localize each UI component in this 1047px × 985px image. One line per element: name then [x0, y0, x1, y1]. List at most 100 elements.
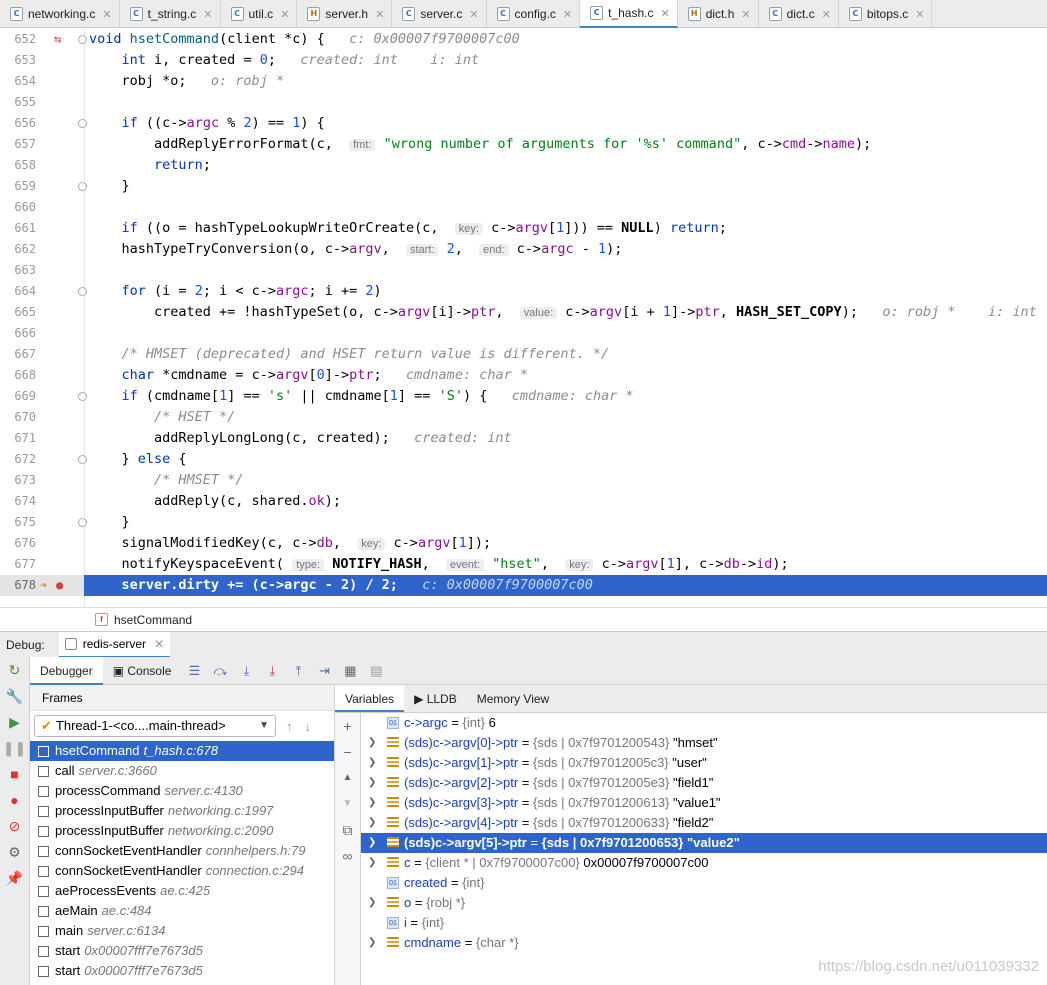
move-down-icon[interactable]: ▼ [335, 791, 360, 817]
tab-lldb[interactable]: ▶ LLDB [404, 685, 467, 712]
settings-icon[interactable]: ⚙ [0, 839, 29, 865]
thread-nav-arrows[interactable]: ↑↓ [286, 719, 323, 734]
variable-row[interactable]: ❯ (sds)c->argv[2]->ptr = {sds | 0x7f97012… [361, 773, 1047, 793]
override-icon[interactable]: ⇆ [54, 29, 61, 50]
breadcrumb[interactable]: f hsetCommand [0, 607, 1047, 631]
trace-icon[interactable]: ▤ [363, 663, 389, 679]
rerun-icon[interactable]: ↻ [0, 657, 29, 683]
step-out-icon[interactable]: ⤒ [285, 663, 311, 679]
fold-icon[interactable] [78, 287, 87, 296]
expand-icon[interactable]: ❯ [368, 893, 376, 913]
add-watch-icon[interactable]: + [335, 713, 360, 739]
variable-row[interactable]: ❯ o = {robj *} [361, 893, 1047, 913]
mute-breakpoints-icon[interactable]: ⊘ [0, 813, 29, 839]
variable-row[interactable]: ❯ (sds)c->argv[4]->ptr = {sds | 0x7f97012… [361, 813, 1047, 833]
code-line[interactable]: 663 [0, 260, 1047, 281]
close-icon[interactable]: ✕ [154, 637, 164, 651]
fold-icon[interactable] [78, 182, 87, 191]
tab-debugger[interactable]: Debugger [30, 656, 103, 685]
pin-icon[interactable]: 📌 [0, 865, 29, 891]
frame-item[interactable]: processCommand server.c:4130 [30, 781, 334, 801]
code-line[interactable]: 657 addReplyErrorFormat(c, fmt: "wrong n… [0, 134, 1047, 155]
tab-server-h[interactable]: Hserver.h ✕ [297, 0, 393, 28]
code-line[interactable]: 669 if (cmdname[1] == 's' || cmdname[1] … [0, 386, 1047, 407]
fold-icon[interactable] [78, 119, 87, 128]
fold-icon[interactable] [78, 455, 87, 464]
expand-icon[interactable]: ❯ [368, 933, 376, 953]
layout-icon[interactable]: ☰ [181, 663, 207, 679]
fold-icon[interactable] [78, 35, 87, 44]
variable-row[interactable]: ❯ (sds)c->argv[3]->ptr = {sds | 0x7f97012… [361, 793, 1047, 813]
variable-row[interactable]: 01 created = {int} [361, 873, 1047, 893]
expand-icon[interactable]: ❯ [368, 793, 376, 813]
code-line[interactable]: 652 ⇆ void hsetCommand(client *c) { c: 0x0… [0, 29, 1047, 50]
tab-util-c[interactable]: Cutil.c ✕ [221, 0, 298, 28]
code-line[interactable]: 656 if ((c->argc % 2) == 1) { [0, 113, 1047, 134]
code-line[interactable]: 655 [0, 92, 1047, 113]
frame-item[interactable]: hsetCommand t_hash.c:678 [30, 741, 334, 761]
code-line[interactable]: 658 return; [0, 155, 1047, 176]
code-line[interactable]: 659 } [0, 176, 1047, 197]
variable-row[interactable]: ❯ (sds)c->argv[0]->ptr = {sds | 0x7f97012… [361, 733, 1047, 753]
close-icon[interactable]: ✕ [469, 8, 478, 21]
code-line[interactable]: 661 if ((o = hashTypeLookupWriteOrCreate… [0, 218, 1047, 239]
close-icon[interactable]: ✕ [661, 7, 670, 20]
frame-item[interactable]: main server.c:6134 [30, 921, 334, 941]
view-breakpoints-icon[interactable]: ● [0, 787, 29, 813]
stop-icon[interactable]: ■ [0, 761, 29, 787]
close-icon[interactable]: ✕ [375, 8, 384, 21]
variable-row[interactable]: ❯ c = {client * | 0x7f9700007c00} 0x00007… [361, 853, 1047, 873]
debug-session-tab[interactable]: redis-server ✕ [58, 631, 171, 658]
fold-icon[interactable] [78, 518, 87, 527]
step-over-icon[interactable]: ⤼ [207, 663, 233, 679]
force-step-into-icon[interactable]: ⤓ [259, 663, 285, 679]
evaluate-icon[interactable]: ▦ [337, 663, 363, 679]
close-icon[interactable]: ✕ [822, 8, 831, 21]
tab-server-c[interactable]: Cserver.c ✕ [392, 0, 487, 28]
tab-networking-c[interactable]: Cnetworking.c ✕ [0, 0, 120, 28]
expand-icon[interactable]: ❯ [368, 853, 376, 873]
frame-item[interactable]: connSocketEventHandler connhelpers.h:79 [30, 841, 334, 861]
frame-item[interactable]: processInputBuffer networking.c:2090 [30, 821, 334, 841]
frame-item[interactable]: processInputBuffer networking.c:1997 [30, 801, 334, 821]
code-editor[interactable]: 652 ⇆ void hsetCommand(client *c) { c: 0x0… [0, 29, 1047, 607]
variable-row[interactable]: ❯ cmdname = {char *} [361, 933, 1047, 953]
code-line[interactable]: 660 [0, 197, 1047, 218]
close-icon[interactable]: ✕ [203, 8, 212, 21]
expand-icon[interactable]: ❯ [368, 773, 376, 793]
code-line[interactable]: 671 addReplyLongLong(c, created); create… [0, 428, 1047, 449]
tab-config-c[interactable]: Cconfig.c ✕ [487, 0, 581, 28]
resume-icon[interactable]: ▶ [0, 709, 29, 735]
frame-item[interactable]: connSocketEventHandler connection.c:294 [30, 861, 334, 881]
code-line[interactable]: 676 signalModifiedKey(c, c->db, key: c->… [0, 533, 1047, 554]
code-line[interactable]: 670 /* HSET */ [0, 407, 1047, 428]
tab-t_string-c[interactable]: Ct_string.c ✕ [120, 0, 221, 28]
close-icon[interactable]: ✕ [280, 8, 289, 21]
code-line[interactable]: 653 int i, created = 0; created: int i: … [0, 50, 1047, 71]
variable-row[interactable]: 01 c->argc = {int} 6 [361, 713, 1047, 733]
close-icon[interactable]: ✕ [915, 8, 924, 21]
expand-icon[interactable]: ❯ [368, 753, 376, 773]
copy-icon[interactable]: ⧉ [335, 817, 360, 843]
tab-dict-c[interactable]: Cdict.c ✕ [759, 0, 839, 28]
variable-row[interactable]: 01 i = {int} [361, 913, 1047, 933]
code-line[interactable]: 666 [0, 323, 1047, 344]
run-to-cursor-icon[interactable]: ⇥ [311, 663, 337, 679]
close-icon[interactable]: ✕ [102, 8, 111, 21]
tab-t_hash-c[interactable]: Ct_hash.c ✕ [580, 0, 678, 28]
tab-console[interactable]: ▣ Console [103, 657, 182, 685]
frame-item[interactable]: aeMain ae.c:484 [30, 901, 334, 921]
wrench-icon[interactable]: 🔧 [0, 683, 29, 709]
code-line[interactable]: 672 } else { [0, 449, 1047, 470]
variable-row[interactable]: ❯ (sds)c->argv[5]->ptr = {sds | 0x7f97012… [361, 833, 1047, 853]
code-line[interactable]: 675 } [0, 512, 1047, 533]
frame-item[interactable]: start 0x00007fff7e7673d5 [30, 961, 334, 981]
frame-item[interactable]: aeProcessEvents ae.c:425 [30, 881, 334, 901]
code-line[interactable]: 654 robj *o; o: robj * [0, 71, 1047, 92]
tab-dict-h[interactable]: Hdict.h ✕ [678, 0, 759, 28]
close-icon[interactable]: ✕ [563, 8, 572, 21]
thread-select[interactable]: ✔ Thread-1-<co....main-thread> ▼ [34, 715, 276, 737]
glasses-icon[interactable]: ∞ [335, 843, 360, 869]
tab-variables[interactable]: Variables [335, 685, 405, 712]
breakpoint-icon[interactable]: ● [56, 575, 63, 596]
